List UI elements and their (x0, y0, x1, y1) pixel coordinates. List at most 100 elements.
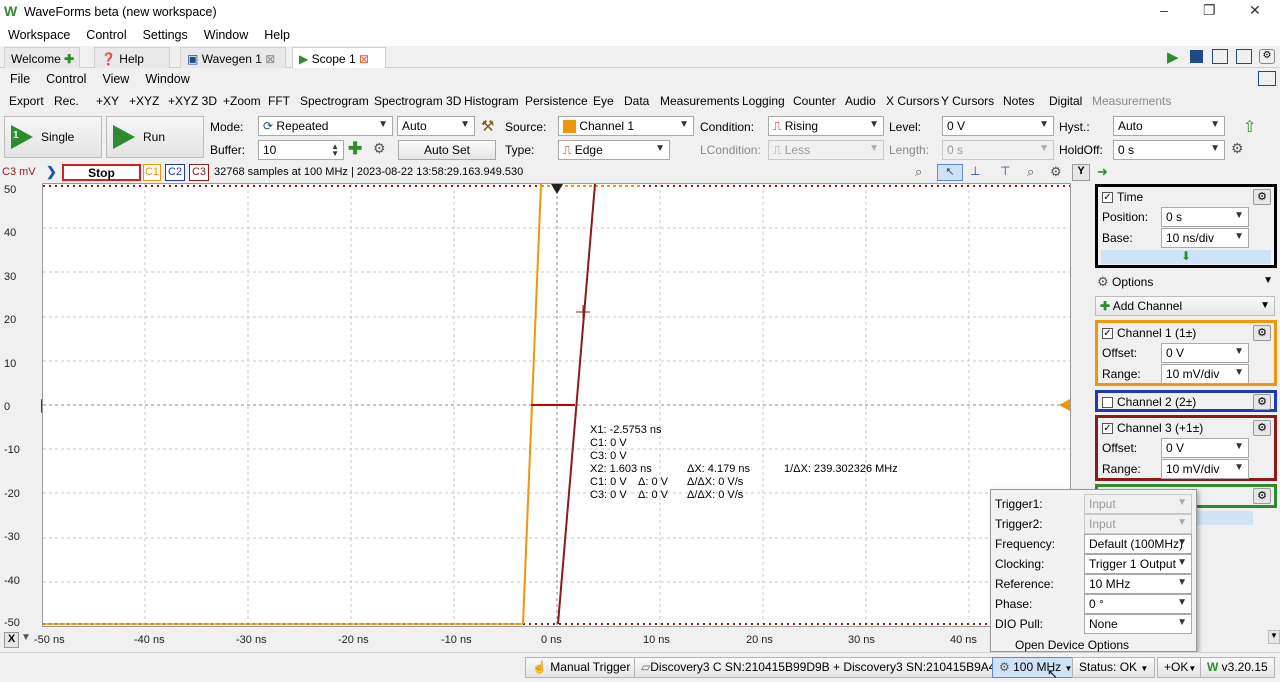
time-checkbox[interactable]: ✓ (1102, 192, 1113, 204)
hyst-select[interactable]: Auto ▼ (1113, 116, 1225, 136)
tool-y-cursors[interactable]: Y Cursors (941, 94, 994, 108)
ok-button[interactable]: +OK▼ (1157, 657, 1204, 678)
run-all-icon[interactable]: ▶ (1167, 48, 1179, 66)
channel1-chip[interactable]: C1 (143, 164, 161, 181)
stop-all-icon[interactable] (1190, 50, 1203, 63)
add-icon[interactable]: ✚ (64, 52, 74, 66)
tab-scope[interactable]: ▶ Scope 1 ⊠ (292, 47, 386, 69)
zoom-icon[interactable]: ⌕ (915, 164, 922, 180)
auto-set-button[interactable]: Auto Set (398, 140, 496, 160)
x-axis-button[interactable]: X (4, 632, 19, 648)
level-input[interactable]: 0 V ▼ (942, 116, 1054, 136)
scope-plot[interactable] (42, 183, 1091, 627)
tool-fft[interactable]: FFT (268, 94, 290, 108)
open-device-options-link[interactable]: Open Device Options (1015, 638, 1129, 652)
tool-spectrogram[interactable]: Spectrogram (300, 94, 369, 108)
source-select[interactable]: Channel 1 ▼ (558, 116, 694, 136)
chevron-right-icon[interactable]: ❯ (46, 164, 57, 180)
tool-xy[interactable]: +XY (96, 94, 119, 108)
menu-control[interactable]: Control (78, 24, 134, 46)
buffer-spinner[interactable]: 10 ▲ ▼ (258, 140, 344, 160)
menu-scope-window[interactable]: Window (137, 68, 197, 90)
tool-xyz[interactable]: +XYZ (129, 94, 159, 108)
menu-window[interactable]: Window (196, 24, 256, 46)
device-button[interactable]: ▱Discovery3 C SN:210415B99D9B + Discover… (634, 657, 1018, 678)
scroll-down-icon[interactable]: ▼ (1268, 630, 1280, 644)
time-gear-icon[interactable]: ⚙ (1253, 189, 1271, 205)
trigger-gear-icon[interactable]: ⚙ (1231, 140, 1244, 157)
holdoff-input[interactable]: 0 s ▼ (1113, 140, 1225, 160)
collapse-arrow-icon[interactable]: ⬇ (1101, 250, 1271, 264)
phase-input[interactable]: 0 ° ▼ (1084, 594, 1192, 614)
position-input[interactable]: 0 s ▼ (1161, 207, 1249, 227)
menu-view[interactable]: View (94, 68, 137, 90)
close-tab-icon[interactable]: ⊠ (359, 52, 369, 66)
tool-export[interactable]: Export (9, 94, 44, 108)
tab-welcome[interactable]: Welcome ✚ (4, 47, 80, 68)
menu-scope-control[interactable]: Control (38, 68, 94, 90)
base-select[interactable]: 10 ns/div ▼ (1161, 228, 1249, 248)
minimize-button[interactable]: – (1160, 2, 1168, 18)
ch1-range-select[interactable]: 10 mV/div ▼ (1161, 364, 1249, 384)
dock-icon[interactable] (1258, 71, 1276, 86)
maximize-button[interactable]: ❐ (1203, 2, 1216, 19)
options-row[interactable]: ⚙ Options ▼ (1097, 274, 1277, 292)
x-axis-chevron-icon[interactable]: ▼ (21, 632, 31, 648)
mode-select[interactable]: ⟳ Repeated ▼ (258, 116, 393, 136)
channel3-checkbox[interactable]: ✓ (1102, 423, 1113, 435)
channel2-gear-icon[interactable]: ⚙ (1253, 394, 1271, 410)
trigger-level-marker[interactable] (1059, 399, 1070, 411)
layout-split-icon[interactable] (1236, 49, 1252, 64)
spinner-arrows-icon[interactable]: ▲ ▼ (331, 143, 339, 158)
menu-settings[interactable]: Settings (135, 24, 196, 46)
settings-gear-icon[interactable]: ⚙ (1259, 49, 1275, 64)
buffer-gear-icon[interactable]: ⚙ (373, 140, 386, 157)
frequency-select[interactable]: Default (100MHz) ▼ (1084, 534, 1192, 554)
add-channel-button[interactable]: ✚ Add Channel ▼ (1095, 296, 1275, 316)
tool-x-cursors[interactable]: X Cursors (886, 94, 939, 108)
tool-zoom[interactable]: +Zoom (223, 94, 261, 108)
align-cursor-icon[interactable]: ⊥ (970, 164, 980, 178)
tool-rec[interactable]: Rec. (54, 94, 79, 108)
layout-icon[interactable] (1212, 49, 1228, 64)
close-button[interactable]: ✕ (1249, 2, 1261, 19)
tab-wavegen[interactable]: ▣ Wavegen 1 ⊠ (180, 47, 286, 68)
menu-file[interactable]: File (0, 68, 38, 90)
tool-eye[interactable]: Eye (593, 94, 614, 108)
channel3-gear-icon[interactable]: ⚙ (1253, 420, 1271, 436)
arrow-up-icon[interactable]: ⇧ (1243, 117, 1256, 137)
channel3-chip[interactable]: C3 (189, 164, 209, 181)
tool-counter[interactable]: Counter (793, 94, 836, 108)
tool-measurements[interactable]: Measurements (660, 94, 739, 108)
manual-trigger-button[interactable]: ☝ Manual Trigger (525, 657, 638, 678)
magnify-icon[interactable]: ⌕ (1027, 164, 1034, 180)
tool-xyz3d[interactable]: +XYZ 3D (168, 94, 217, 108)
y-axis-button[interactable]: Y (1072, 164, 1090, 181)
frequency-button[interactable]: ⚙ 100 MHz ▼ (992, 657, 1080, 678)
reference-select[interactable]: 10 MHz ▼ (1084, 574, 1192, 594)
tool-histogram[interactable]: Histogram (464, 94, 519, 108)
tool-spectrogram3d[interactable]: Spectrogram 3D (374, 94, 461, 108)
status-button[interactable]: Status: OK ▼ (1072, 657, 1156, 678)
close-tab-icon[interactable]: ⊠ (265, 52, 275, 66)
run-button[interactable]: Run (106, 116, 204, 158)
tool-logging[interactable]: Logging (742, 94, 785, 108)
align-top-icon[interactable]: ⊤ (1000, 164, 1010, 178)
add-buffer-icon[interactable]: ✚ (348, 139, 362, 159)
tool-digital[interactable]: Digital (1049, 94, 1082, 108)
clocking-select[interactable]: Trigger 1 Output ▼ (1084, 554, 1192, 574)
pointer-tool-icon[interactable]: ↖ (937, 164, 963, 181)
auto-select[interactable]: Auto ▼ (397, 116, 475, 136)
ch1-offset-input[interactable]: 0 V ▼ (1161, 343, 1249, 363)
tool-notes[interactable]: Notes (1003, 94, 1034, 108)
single-button[interactable]: 1 Single (4, 116, 102, 158)
plot-gear-icon[interactable]: ⚙ (1050, 164, 1062, 180)
channel2-checkbox[interactable] (1102, 397, 1113, 409)
hammer-icon[interactable]: ⚒ (481, 117, 494, 135)
tool-persistence[interactable]: Persistence (525, 94, 588, 108)
channel1-gear-icon[interactable]: ⚙ (1253, 325, 1271, 341)
menu-help[interactable]: Help (256, 24, 298, 46)
channel2-chip[interactable]: C2 (165, 164, 185, 181)
ch3-range-select[interactable]: 10 mV/div ▼ (1161, 459, 1249, 479)
condition-select[interactable]: ⎍ Rising ▼ (768, 116, 884, 136)
